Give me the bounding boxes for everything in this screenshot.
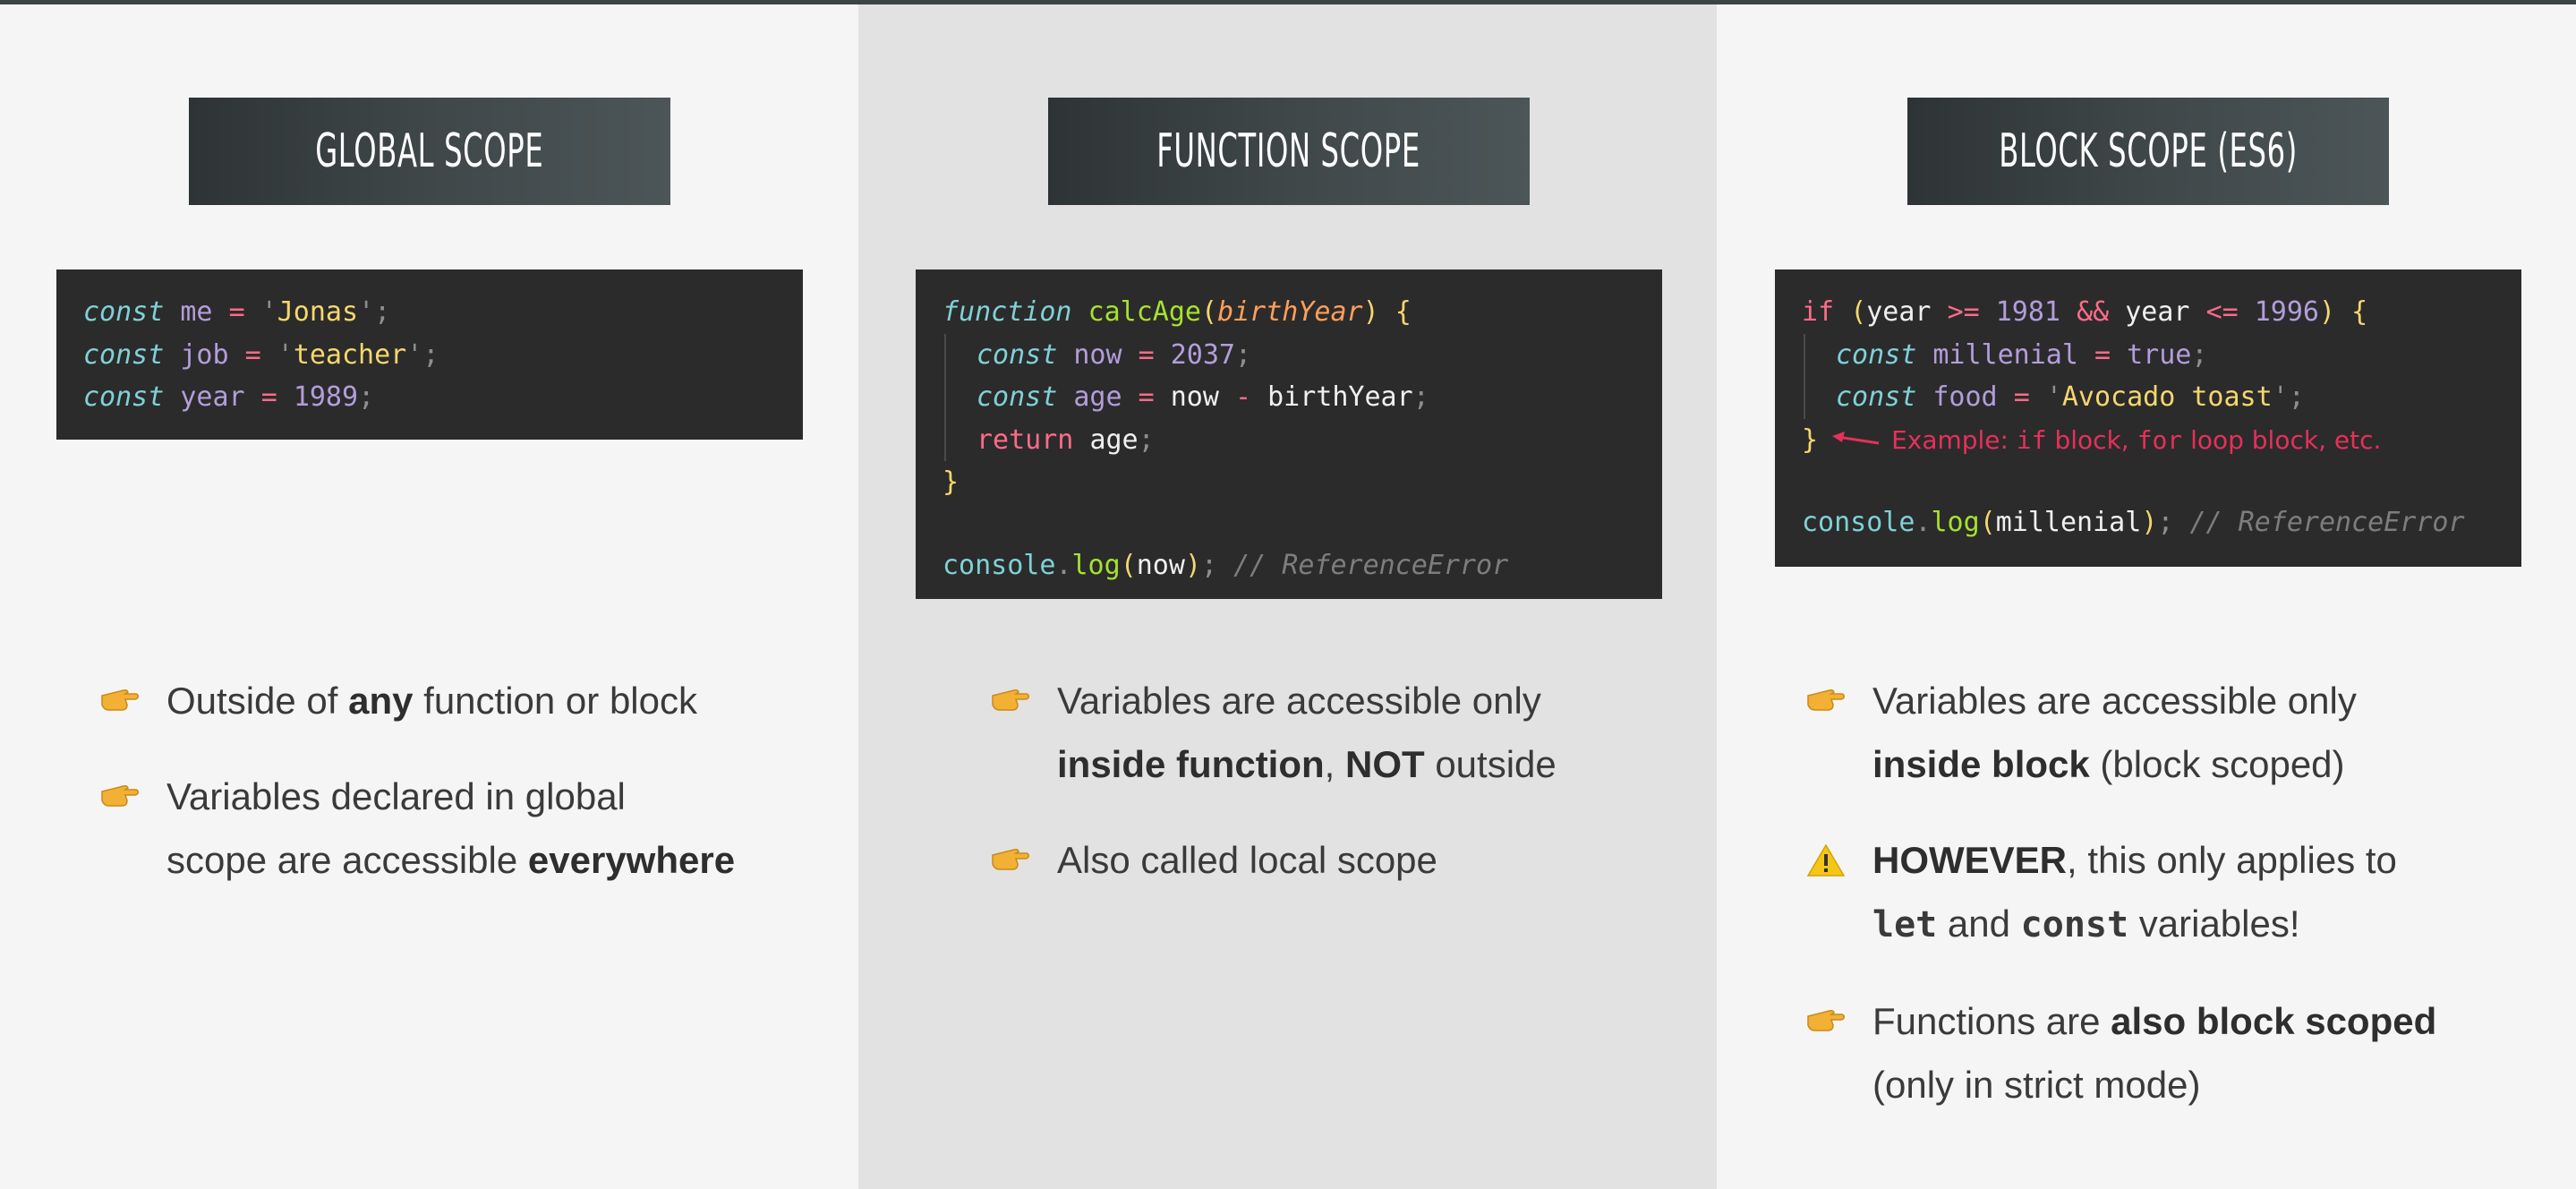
block-scope-column: BLOCK SCOPE (ES6) if (year >= 1981 && ye… [1717, 4, 2575, 1189]
code-line: const now = 2037; [943, 333, 1635, 376]
pointing-hand-icon [992, 689, 1029, 711]
code-line: const food = 'Avocado toast'; [1802, 376, 2495, 419]
arrow-left-icon [1832, 432, 1880, 445]
bullet-item: Variables declared in global scope are ac… [100, 765, 906, 892]
code-line: function calcAge(birthYear) { [943, 296, 1412, 328]
code-line: } [943, 466, 960, 498]
global-scope-bullets: Outside of any function or block Variabl… [100, 669, 906, 924]
bullet-item: Outside of any function or block [100, 669, 906, 732]
pointing-hand-icon [101, 689, 139, 711]
global-scope-title: GLOBAL SCOPE [189, 98, 670, 205]
pointing-hand-icon [1807, 689, 1845, 711]
pointing-hand-icon [1807, 1010, 1845, 1031]
function-scope-column: FUNCTION SCOPE function calcAge(birthYea… [858, 4, 1717, 1189]
code-line: const year = 1989; [83, 381, 375, 413]
code-line: console.log(now); // ReferenceError [943, 549, 1509, 581]
code-line: console.log(millenial); // ReferenceErro… [1802, 507, 2465, 538]
bullet-item: Variables are accessible only inside func… [991, 669, 1796, 796]
warning-icon [1806, 843, 1846, 877]
bullet-item: Also called local scope [991, 828, 1796, 892]
code-line: return age; [943, 418, 1635, 461]
global-scope-code-block: const me = 'Jonas'; const job = 'teacher… [56, 269, 803, 440]
block-scope-code-block: if (year >= 1981 && year <= 1996) { cons… [1775, 269, 2521, 567]
pointing-hand-icon [101, 785, 139, 807]
function-scope-title: FUNCTION SCOPE [1048, 98, 1530, 205]
bullet-item: Variables are accessible only inside bloc… [1806, 669, 2576, 796]
code-line: } Example: if block, for loop block, etc. [1802, 423, 2382, 456]
block-scope-title: BLOCK SCOPE (ES6) [1907, 98, 2389, 205]
block-scope-bullets: Variables are accessible only inside bloc… [1806, 669, 2576, 1149]
pointing-hand-icon [992, 849, 1029, 870]
code-line: const job = 'teacher'; [83, 338, 439, 371]
annotation-note: Example: if block, for loop block, etc. [1891, 424, 2382, 455]
bullet-item: Functions are also block scoped (only in … [1806, 989, 2576, 1116]
global-scope-column: GLOBAL SCOPE const me = 'Jonas'; const j… [0, 4, 858, 1189]
code-line: const millenial = true; [1802, 333, 2495, 376]
function-scope-code-block: function calcAge(birthYear) { const now … [916, 269, 1662, 599]
code-line: if (year >= 1981 && year <= 1996) { [1802, 296, 2368, 328]
function-scope-bullets: Variables are accessible only inside func… [991, 669, 1796, 924]
code-line: const age = now - birthYear; [943, 376, 1635, 419]
bullet-item: HOWEVER, this only applies to let and con… [1806, 828, 2576, 957]
code-line: const me = 'Jonas'; [83, 296, 391, 328]
